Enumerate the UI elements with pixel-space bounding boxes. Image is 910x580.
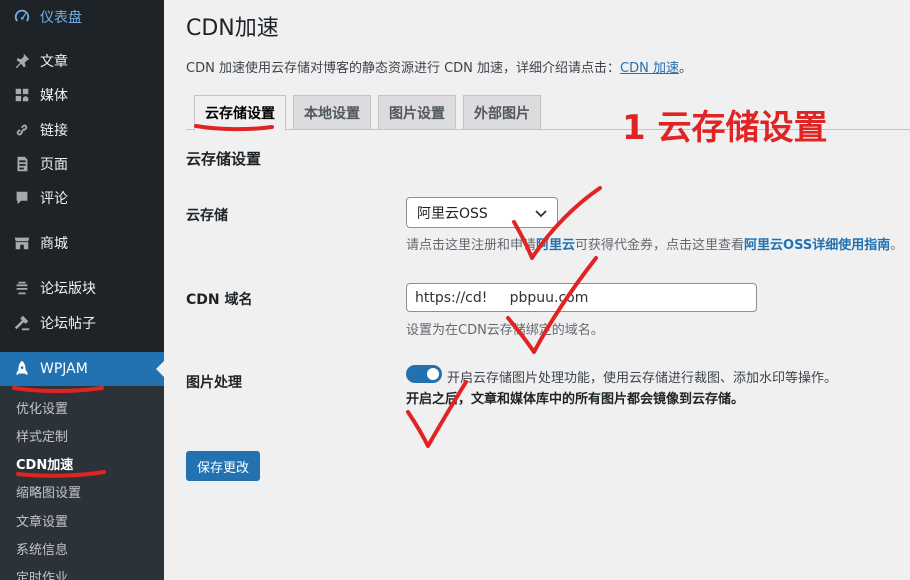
pin-icon: [11, 50, 33, 72]
image-processing-toggle[interactable]: [406, 365, 442, 383]
menu-media[interactable]: 媒体: [0, 78, 164, 112]
tab-image[interactable]: 图片设置: [378, 95, 456, 130]
menu-forums[interactable]: 论坛版块: [0, 271, 164, 305]
chevron-down-icon: [533, 205, 549, 221]
tab-cloud-storage[interactable]: 云存储设置: [194, 95, 286, 131]
domain-label: CDN 域名: [186, 292, 253, 308]
page-icon: [11, 153, 33, 175]
submenu-optimize[interactable]: 优化设置: [16, 398, 68, 417]
menu-posts-label: 文章: [40, 54, 68, 70]
menu-links-label: 链接: [40, 123, 68, 139]
hammer-icon: [11, 312, 33, 334]
active-menu-arrow: [156, 361, 164, 377]
menu-comments-label: 评论: [40, 191, 68, 207]
main-content: CDN加速 CDN 加速使用云存储对博客的静态资源进行 CDN 加速，详细介绍请…: [164, 0, 910, 580]
menu-topics[interactable]: 论坛帖子: [0, 306, 164, 340]
menu-comments[interactable]: 评论: [0, 181, 164, 215]
menu-store-label: 商城: [40, 236, 68, 252]
image-processing-note: 开启之后，文章和媒体库中的所有图片都会镜像到云存储。: [406, 392, 745, 407]
dashboard-icon: [11, 6, 33, 28]
submenu-cdn[interactable]: CDN加速: [16, 454, 73, 473]
annotation-label: 1 云存储设置: [622, 108, 828, 148]
save-button[interactable]: 保存更改: [186, 451, 261, 481]
comment-icon: [11, 187, 33, 209]
submenu-thumbnail[interactable]: 缩略图设置: [16, 482, 81, 501]
storage-hint-text-1: 请点击这里注册和申请: [406, 238, 537, 253]
storage-label: 云存储: [186, 208, 228, 224]
menu-wpjam[interactable]: WPJAM: [0, 352, 164, 386]
storage-hint-text-3: 。: [890, 238, 904, 253]
tab-local[interactable]: 本地设置: [293, 95, 371, 130]
page-title: CDN加速: [186, 16, 279, 41]
storage-hint: 请点击这里注册和申请阿里云可获得代金券，点击这里查看阿里云OSS详细使用指南。: [406, 234, 903, 253]
wpjam-submenu: 优化设置 样式定制 CDN加速 缩略图设置 文章设置 系统信息 定时作业: [0, 386, 164, 580]
page-description: CDN 加速使用云存储对博客的静态资源进行 CDN 加速，详细介绍请点击：CDN…: [186, 57, 692, 76]
menu-dashboard-label: 仪表盘: [40, 10, 82, 26]
storage-hint-text-2: 可获得代金券，点击这里查看: [575, 238, 745, 253]
menu-store[interactable]: 商城: [0, 226, 164, 260]
menu-links[interactable]: 链接: [0, 113, 164, 147]
description-text: CDN 加速使用云存储对博客的静态资源进行 CDN 加速，详细介绍请点击：: [186, 61, 621, 76]
menu-forums-label: 论坛版块: [40, 281, 96, 297]
description-end: 。: [678, 61, 692, 76]
submenu-post-settings[interactable]: 文章设置: [16, 511, 68, 530]
store-icon: [11, 232, 33, 254]
admin-sidebar: 仪表盘 文章 媒体 链接 页面 评论 商城 论坛版块 论坛帖子 WPJAM 优化…: [0, 0, 164, 580]
image-processing-label: 图片处理: [186, 375, 242, 391]
tab-external-image[interactable]: 外部图片: [463, 95, 541, 130]
storage-select-value: 阿里云OSS: [417, 205, 488, 222]
menu-pages-label: 页面: [40, 157, 68, 173]
menu-wpjam-label: WPJAM: [40, 361, 88, 377]
submenu-system-info[interactable]: 系统信息: [16, 539, 68, 558]
menu-dashboard[interactable]: 仪表盘: [0, 0, 164, 34]
media-icon: [11, 84, 33, 106]
oss-guide-link[interactable]: 阿里云OSS详细使用指南: [744, 238, 890, 253]
menu-topics-label: 论坛帖子: [40, 316, 96, 332]
link-icon: [11, 119, 33, 141]
domain-hint: 设置为在CDN云存储绑定的域名。: [406, 323, 604, 338]
menu-posts[interactable]: 文章: [0, 44, 164, 78]
aliyun-register-link[interactable]: 阿里云: [536, 238, 575, 253]
toggle-knob: [427, 368, 439, 380]
submenu-cron[interactable]: 定时作业: [16, 567, 68, 580]
menu-media-label: 媒体: [40, 88, 68, 104]
cdn-domain-input[interactable]: [406, 283, 757, 312]
cdn-doc-link[interactable]: CDN 加速: [620, 61, 679, 76]
forum-icon: [11, 277, 33, 299]
rocket-icon: [11, 358, 33, 380]
submenu-style[interactable]: 样式定制: [16, 426, 68, 445]
image-processing-text: 开启云存储图片处理功能，使用云存储进行裁图、添加水印等操作。: [447, 371, 838, 386]
section-title: 云存储设置: [186, 150, 262, 168]
menu-pages[interactable]: 页面: [0, 147, 164, 181]
storage-select[interactable]: 阿里云OSS: [406, 197, 558, 228]
